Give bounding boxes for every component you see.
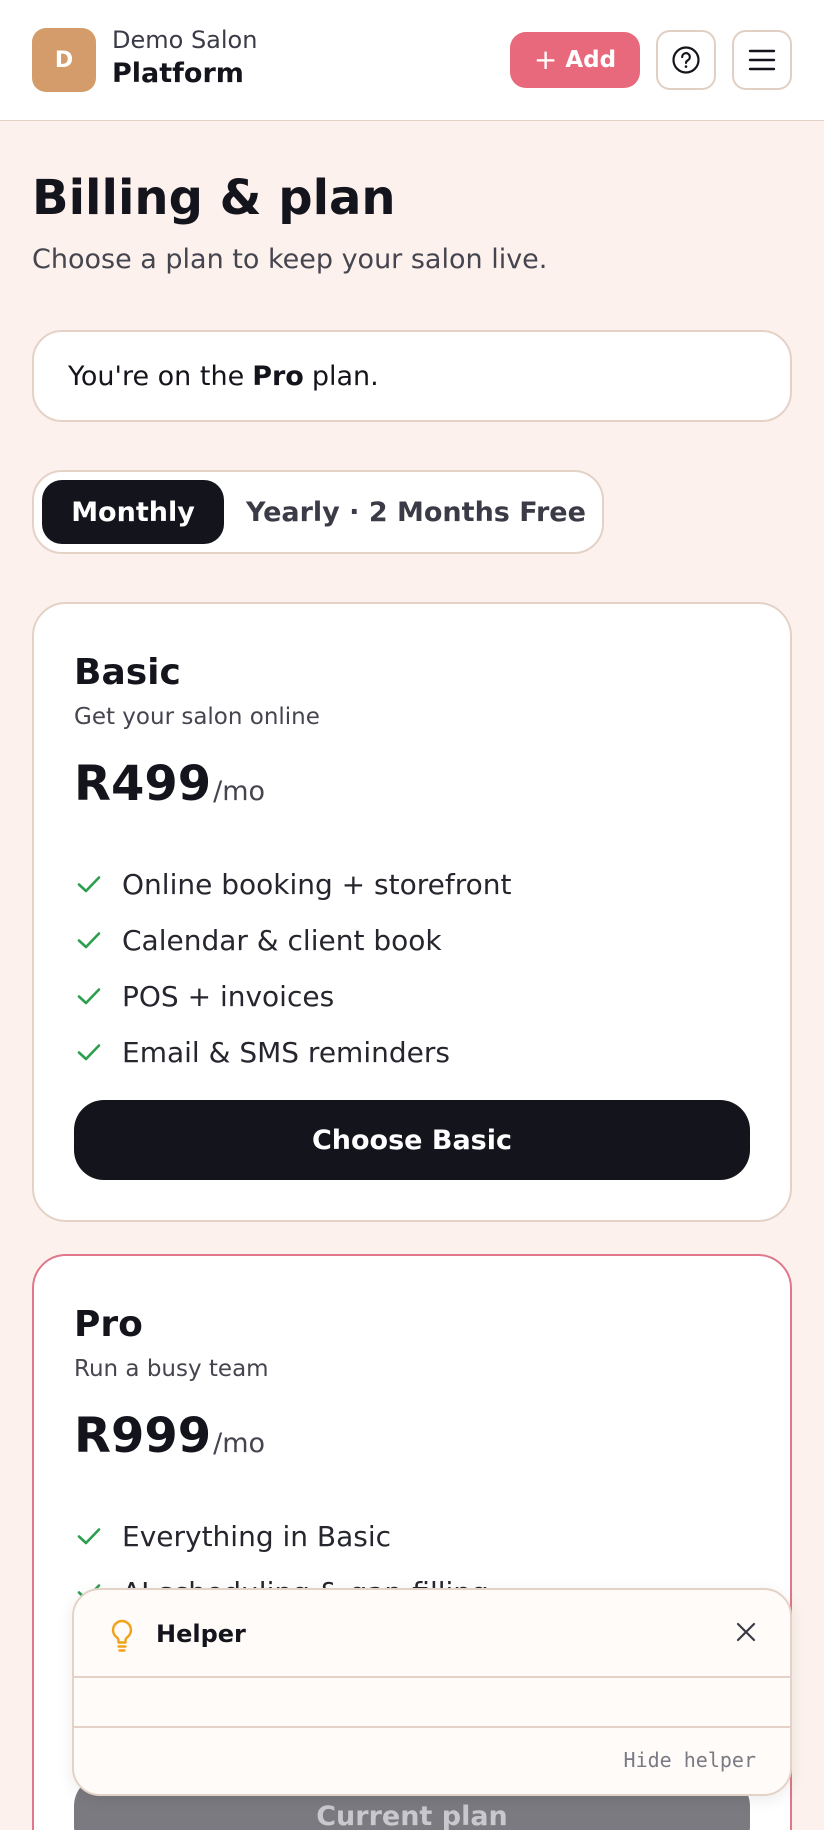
choose-basic-button[interactable]: Choose Basic xyxy=(74,1100,750,1180)
check-icon xyxy=(74,981,104,1011)
plan-card-basic: Basic Get your salon online R499 /mo Onl… xyxy=(32,602,792,1222)
feature-label: POS + invoices xyxy=(122,979,335,1013)
add-button-label: Add xyxy=(565,47,617,73)
feature-item: Online booking + storefront xyxy=(74,856,511,912)
lightbulb-icon xyxy=(111,1619,133,1652)
plan-description: Get your salon online xyxy=(74,704,320,730)
banner-plan-name: Pro xyxy=(252,360,304,392)
feature-label: Calendar & client book xyxy=(122,923,442,957)
close-icon xyxy=(736,1622,756,1642)
feature-list: Online booking + storefront Calendar & c… xyxy=(74,856,511,1080)
helper-divider xyxy=(74,1676,790,1678)
feature-label: Everything in Basic xyxy=(122,1519,392,1553)
check-icon xyxy=(74,1521,104,1551)
page-title: Billing & plan xyxy=(32,170,396,226)
toggle-yearly[interactable]: Yearly · 2 Months Free xyxy=(246,480,586,544)
price-unit: /mo xyxy=(213,1428,266,1459)
plan-name: Pro xyxy=(74,1304,143,1345)
plan-description: Run a busy team xyxy=(74,1356,269,1382)
helper-divider xyxy=(74,1726,790,1728)
price-amount: R999 xyxy=(74,1408,212,1464)
top-header: D Demo Salon Platform + Add xyxy=(0,0,824,121)
hide-helper-link[interactable]: Hide helper xyxy=(624,1748,756,1772)
price-amount: R499 xyxy=(74,756,212,812)
banner-prefix: You're on the xyxy=(68,360,245,392)
plan-name: Basic xyxy=(74,652,181,693)
check-icon xyxy=(74,1037,104,1067)
menu-button[interactable] xyxy=(732,30,792,90)
add-button[interactable]: + Add xyxy=(510,32,640,88)
current-plan-banner: You're on the Pro plan. xyxy=(32,330,792,422)
question-circle-icon xyxy=(672,46,700,74)
check-icon xyxy=(74,925,104,955)
billing-period-toggle: Monthly Yearly · 2 Months Free xyxy=(32,470,604,554)
hamburger-menu-icon xyxy=(748,49,776,71)
toggle-monthly[interactable]: Monthly xyxy=(42,480,224,544)
app-title: Platform xyxy=(112,58,244,89)
feature-item: Everything in Basic xyxy=(74,1508,489,1564)
price-unit: /mo xyxy=(213,776,266,807)
feature-item: Email & SMS reminders xyxy=(74,1024,511,1080)
banner-suffix: plan. xyxy=(311,360,379,392)
close-helper-button[interactable] xyxy=(730,1616,762,1648)
feature-label: Email & SMS reminders xyxy=(122,1035,450,1069)
feature-item: POS + invoices xyxy=(74,968,511,1024)
plus-icon: + xyxy=(533,43,558,76)
check-icon xyxy=(74,869,104,899)
helper-title: Helper xyxy=(156,1620,246,1648)
avatar[interactable]: D xyxy=(32,28,96,92)
help-button[interactable] xyxy=(656,30,716,90)
feature-label: Online booking + storefront xyxy=(122,867,512,901)
helper-panel: Helper Hide helper xyxy=(72,1588,792,1796)
page-subtitle: Choose a plan to keep your salon live. xyxy=(32,244,548,275)
plan-price: R999 /mo xyxy=(74,1408,265,1464)
plan-price: R499 /mo xyxy=(74,756,265,812)
salon-name: Demo Salon xyxy=(112,26,258,54)
feature-item: Calendar & client book xyxy=(74,912,511,968)
